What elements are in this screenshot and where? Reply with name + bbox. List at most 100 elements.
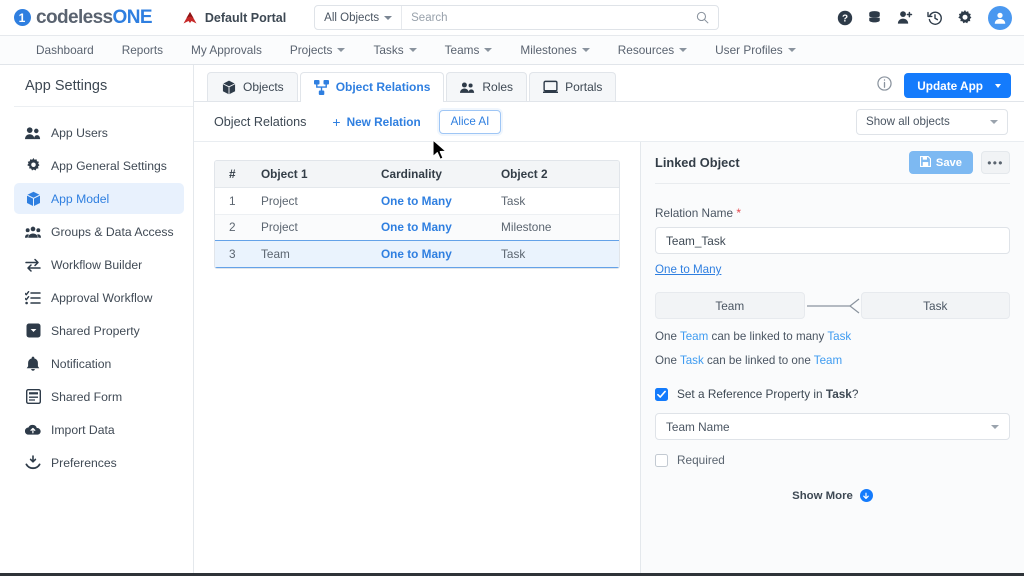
reference-property-checkbox[interactable] xyxy=(655,387,668,401)
sidebar-item-approval-workflow[interactable]: Approval Workflow xyxy=(14,282,184,313)
nav-item-milestones[interactable]: Milestones xyxy=(506,36,603,64)
sidebar-item-app-model[interactable]: App Model xyxy=(14,183,184,214)
entity-right[interactable]: Task xyxy=(860,292,1010,319)
sidebar-item-label: Shared Property xyxy=(51,323,140,338)
entity-left[interactable]: Team xyxy=(655,292,805,319)
sidebar-item-import-data[interactable]: Import Data xyxy=(14,414,184,445)
table-row[interactable]: 1 Project One to Many Task xyxy=(215,188,619,215)
logo-text: codelessONE xyxy=(36,7,153,29)
tab-portals[interactable]: Portals xyxy=(529,72,617,101)
history-icon[interactable] xyxy=(926,9,943,26)
new-relation-button[interactable]: + New Relation xyxy=(332,115,420,129)
cell-cardinality[interactable]: One to Many xyxy=(381,247,501,261)
sidebar-item-workflow-builder[interactable]: Workflow Builder xyxy=(14,249,184,280)
sidebar-item-app-users[interactable]: App Users xyxy=(14,117,184,148)
required-checkbox[interactable] xyxy=(655,453,668,467)
portal-logo-icon xyxy=(182,11,198,25)
sidebar-item-app-general-settings[interactable]: App General Settings xyxy=(14,150,184,181)
sidebar-item-label: Approval Workflow xyxy=(51,290,153,305)
save-button[interactable]: Save xyxy=(908,151,973,174)
nav-item-teams[interactable]: Teams xyxy=(431,36,507,64)
cell-num: 3 xyxy=(229,247,236,261)
relation-name-input[interactable]: Team_Task xyxy=(655,227,1010,254)
nav-label: Milestones xyxy=(520,43,577,57)
tab-roles[interactable]: Roles xyxy=(446,72,528,101)
main-navigation: Dashboard Reports My Approvals Projects … xyxy=(0,36,1024,65)
sidebar-item-shared-form[interactable]: Shared Form xyxy=(14,381,184,412)
tab-bar: Objects Object Relations Roles Portals U… xyxy=(194,65,1024,102)
panel-more-button[interactable]: ••• xyxy=(981,151,1010,174)
floppy-disk-icon xyxy=(919,155,931,170)
show-objects-dropdown[interactable]: Show all objects xyxy=(856,108,1008,135)
avatar[interactable] xyxy=(988,5,1012,30)
bell-icon xyxy=(25,356,41,372)
update-app-button[interactable]: Update App xyxy=(904,73,1011,98)
reference-property-dropdown[interactable]: Team Name xyxy=(655,413,1010,440)
nav-item-resources[interactable]: Resources xyxy=(604,36,701,64)
sidebar-item-label: Groups & Data Access xyxy=(51,224,174,239)
app-logo[interactable]: 1 codelessONE xyxy=(14,7,153,29)
nav-item-user-profiles[interactable]: User Profiles xyxy=(701,36,810,64)
tab-object-relations[interactable]: Object Relations xyxy=(299,72,445,102)
search-scope-label: All Objects xyxy=(324,11,380,24)
chevron-down-icon[interactable] xyxy=(995,83,1001,88)
panel-body: Relation Name * Team_Task One to Many Te… xyxy=(655,184,1010,502)
col-header-object1: Object 1 xyxy=(261,167,308,181)
cell-num: 2 xyxy=(229,220,236,235)
new-relation-label: New Relation xyxy=(346,114,421,129)
crowsfoot-connector-icon xyxy=(805,296,861,316)
chevron-down-icon xyxy=(991,424,999,429)
checklist-icon xyxy=(25,290,41,306)
cell-object1: Project xyxy=(261,220,298,235)
cell-cardinality[interactable]: One to Many xyxy=(381,194,501,208)
database-icon[interactable] xyxy=(866,9,883,26)
table-header-row: # Object 1 Cardinality Object 2 xyxy=(215,161,619,188)
tab-objects[interactable]: Objects xyxy=(207,72,298,101)
linked-object-panel: Linked Object Save ••• Relation Name * T… xyxy=(640,142,1024,573)
cardinality-link[interactable]: One to Many xyxy=(655,263,721,276)
table-row-selected[interactable]: 3 Team One to Many Task xyxy=(215,240,619,268)
col-header-cardinality: Cardinality xyxy=(381,167,442,181)
show-objects-value: Show all objects xyxy=(866,115,950,128)
nav-item-projects[interactable]: Projects xyxy=(276,36,360,64)
sidebar-item-notification[interactable]: Notification xyxy=(14,348,184,379)
panes: # Object 1 Cardinality Object 2 1 Projec… xyxy=(194,142,1024,573)
sidebar-item-shared-property[interactable]: Shared Property xyxy=(14,315,184,346)
chevron-down-icon xyxy=(384,15,393,20)
sidebar-item-label: Workflow Builder xyxy=(51,257,143,272)
nav-item-my-approvals[interactable]: My Approvals xyxy=(177,36,276,64)
add-user-icon[interactable] xyxy=(896,9,913,26)
top-icon-group: ? xyxy=(836,5,1012,30)
info-icon[interactable] xyxy=(877,75,892,96)
sidebar-item-preferences[interactable]: Preferences xyxy=(14,447,184,478)
nav-label: Tasks xyxy=(373,43,404,57)
ref-post: ? xyxy=(851,387,859,401)
table-row[interactable]: 2 Project One to Many Milestone xyxy=(215,214,619,241)
help-icon[interactable]: ? xyxy=(836,9,853,26)
required-checkbox-row[interactable]: Required xyxy=(655,453,1010,467)
portal-name: Default Portal xyxy=(204,10,287,25)
sidebar-item-groups-data-access[interactable]: Groups & Data Access xyxy=(14,216,184,247)
logo-mark-icon: 1 xyxy=(14,9,31,26)
panel-actions: Save ••• xyxy=(908,151,1010,174)
sub-toolbar: Object Relations + New Relation Alice AI… xyxy=(194,102,1024,142)
sentence1-mid: can be linked to many xyxy=(708,330,828,343)
nav-label: My Approvals xyxy=(191,43,262,57)
search-scope-dropdown[interactable]: All Objects xyxy=(315,6,403,29)
nav-item-dashboard[interactable]: Dashboard xyxy=(22,36,108,64)
gear-icon[interactable] xyxy=(956,9,973,26)
show-more-button[interactable]: Show More xyxy=(655,489,1010,502)
global-search[interactable]: All Objects xyxy=(314,5,720,30)
nav-item-reports[interactable]: Reports xyxy=(108,36,177,64)
alice-ai-button[interactable]: Alice AI xyxy=(438,109,502,134)
reference-property-checkbox-row[interactable]: Set a Reference Property in Task? xyxy=(655,387,1010,401)
portal-switcher[interactable]: Default Portal xyxy=(182,11,286,25)
sidebar-item-label: App General Settings xyxy=(51,158,167,173)
panel-header: Linked Object Save ••• xyxy=(655,142,1010,184)
cell-cardinality[interactable]: One to Many xyxy=(381,220,501,234)
search-icon[interactable] xyxy=(687,11,718,24)
form-icon xyxy=(25,389,41,405)
search-input[interactable] xyxy=(402,6,688,29)
nav-item-tasks[interactable]: Tasks xyxy=(359,36,430,64)
cell-object1: Project xyxy=(261,193,298,208)
